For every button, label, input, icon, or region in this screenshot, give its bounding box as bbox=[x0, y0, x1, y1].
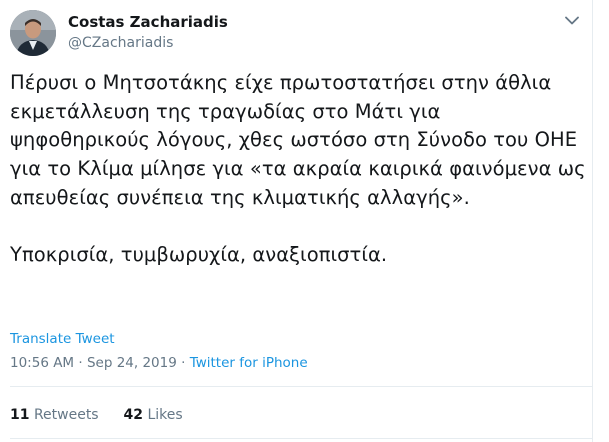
author-name[interactable]: Costas Zachariadis bbox=[68, 12, 228, 32]
tweet-time[interactable]: 10:56 AM bbox=[10, 355, 74, 371]
tweet-paragraph: Υποκρισία, τυμβωρυχία, αναξιοπιστία. bbox=[10, 243, 388, 267]
tweet-metadata: 10:56 AM · Sep 24, 2019 · Twitter for iP… bbox=[10, 354, 308, 372]
likes-stat[interactable]: 42 Likes bbox=[124, 407, 183, 423]
likes-count: 42 bbox=[123, 407, 143, 423]
likes-label: Likes bbox=[147, 407, 183, 423]
meta-separator: · bbox=[74, 355, 87, 371]
author-handle[interactable]: @CZachariadis bbox=[68, 33, 173, 53]
avatar[interactable] bbox=[10, 10, 56, 56]
tweet-card: Costas Zachariadis @CZachariadis Πέρυσι … bbox=[0, 0, 593, 442]
retweets-label: Retweets bbox=[33, 407, 99, 423]
chevron-down-icon[interactable] bbox=[562, 10, 582, 30]
translate-tweet-link[interactable]: Translate Tweet bbox=[10, 330, 115, 348]
retweets-count: 11 bbox=[10, 407, 30, 423]
divider bbox=[10, 386, 593, 387]
retweets-stat[interactable]: 11 Retweets bbox=[10, 407, 99, 423]
tweet-source-link[interactable]: Twitter for iPhone bbox=[190, 355, 308, 371]
tweet-date[interactable]: Sep 24, 2019 bbox=[87, 355, 177, 371]
tweet-text: Πέρυσι ο Μητσοτάκης είχε πρωτοστατήσει σ… bbox=[10, 69, 586, 270]
avatar-image bbox=[10, 10, 56, 56]
tweet-paragraph: Πέρυσι ο Μητσοτάκης είχε πρωτοστατήσει σ… bbox=[10, 71, 586, 209]
tweet-stats: 11 Retweets 42 Likes bbox=[10, 405, 183, 425]
divider bbox=[10, 438, 593, 439]
meta-separator: · bbox=[176, 355, 190, 371]
